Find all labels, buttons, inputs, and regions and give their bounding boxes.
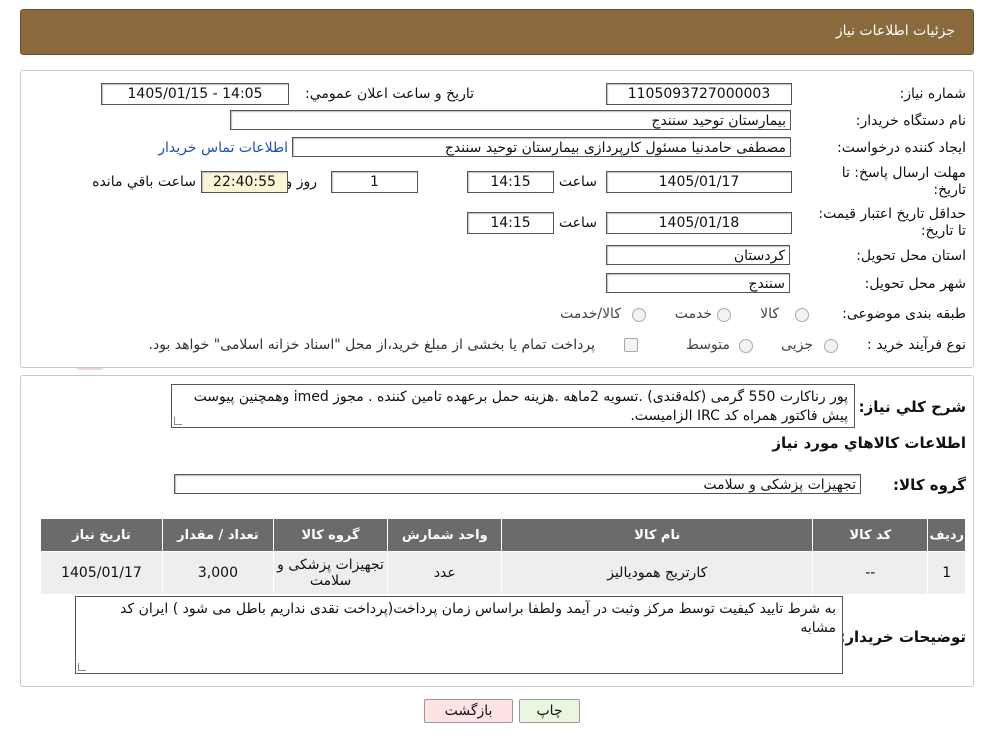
days-field: 1 — [331, 171, 418, 193]
validity-time-field: 14:15 — [467, 212, 554, 234]
page-header: جزئیات اطلاعات نیاز — [20, 9, 974, 55]
validity-time-label: ساعت — [558, 215, 597, 231]
cell-date: 1405/01/17 — [40, 551, 163, 595]
validity-date-field: 1405/01/18 — [606, 212, 792, 234]
cell-group: تجهیزات پزشکی و سلامت — [272, 551, 389, 595]
process-medium-label: متوسط — [686, 337, 730, 353]
deadline-time-label: ساعت — [558, 174, 597, 190]
cell-name: کارتریج همودیالیز — [501, 551, 814, 595]
resize-handle-icon[interactable] — [78, 663, 86, 671]
price-validity-label: حداقل تاریخ اعتبار قیمت: تا تاریخ: — [818, 206, 966, 239]
print-button[interactable]: چاپ — [519, 699, 580, 723]
category-service-radio[interactable] — [717, 308, 731, 322]
process-type-label: نوع فرآیند خرید : — [867, 337, 966, 353]
buyer-notes-label: توضیحات خریدار: — [839, 628, 966, 646]
goods-group-label: گروه کالا: — [893, 476, 966, 494]
category-both-label: کالا/خدمت — [560, 306, 621, 322]
col-group: گروه کالا — [272, 518, 389, 552]
table-row: 1 -- کارتریج همودیالیز عدد تجهیزات پزشکی… — [40, 551, 966, 595]
col-row: ردیف — [927, 518, 966, 552]
cell-row: 1 — [927, 551, 966, 595]
description-label: شرح کلي نیاز: — [858, 398, 966, 416]
city-label: شهر محل تحویل: — [864, 276, 966, 292]
deadline-label: مهلت ارسال پاسخ: تا تاریخ: — [841, 165, 966, 198]
buyer-org-field: بیمارستان توحید سنندج — [230, 110, 791, 130]
back-button[interactable]: بازگشت — [424, 699, 513, 723]
page-title: جزئیات اطلاعات نیاز — [835, 23, 955, 39]
goods-table: ردیف کد کالا نام کالا واحد شمارش گروه کا… — [40, 518, 966, 595]
deadline-date-field: 1405/01/17 — [606, 171, 792, 193]
cell-unit: عدد — [387, 551, 503, 595]
announce-label: تاریخ و ساعت اعلان عمومي: — [305, 86, 474, 102]
col-qty: تعداد / مقدار — [161, 518, 274, 552]
category-goods-label: کالا — [760, 306, 779, 322]
buyer-contact-link[interactable]: اطلاعات تماس خریدار — [158, 140, 288, 156]
treasury-payment-checkbox[interactable] — [624, 338, 638, 352]
category-label: طبقه بندی موضوعی: — [842, 306, 966, 322]
city-field: سنندج — [606, 273, 790, 293]
category-goods-radio[interactable] — [795, 308, 809, 322]
remaining-time-field: 22:40:55 — [201, 171, 288, 193]
col-code: کد کالا — [812, 518, 929, 552]
process-small-label: جزیی — [781, 337, 813, 353]
province-label: استان محل تحویل: — [856, 248, 966, 264]
goods-section-title: اطلاعات کالاهاي مورد نیاز — [772, 434, 966, 452]
creator-label: ایجاد کننده درخواست: — [837, 140, 966, 156]
resize-handle-icon[interactable] — [174, 417, 182, 425]
cell-code: -- — [812, 551, 929, 595]
description-text: پور رناکارت 550 گرمی (کله‌قندی) .تسویه 2… — [193, 389, 848, 424]
process-medium-radio[interactable] — [739, 339, 753, 353]
treasury-payment-note: پرداخت تمام یا بخشی از مبلغ خرید،از محل … — [148, 337, 595, 353]
goods-group-field: تجهیزات پزشکی و سلامت — [174, 474, 861, 494]
province-field: کردستان — [606, 245, 790, 265]
remaining-label: ساعت باقي مانده — [92, 174, 196, 190]
need-number-field: 1105093727000003 — [606, 83, 792, 105]
col-name: نام کالا — [501, 518, 814, 552]
col-date: تاریخ نیاز — [40, 518, 163, 552]
deadline-time-field: 14:15 — [467, 171, 554, 193]
days-label: روز و — [285, 174, 318, 190]
announce-datetime-field: 1405/01/15 - 14:05 — [101, 83, 289, 105]
cell-qty: 3,000 — [161, 551, 274, 595]
need-number-label: شماره نیاز: — [899, 86, 967, 102]
goods-table-header: ردیف کد کالا نام کالا واحد شمارش گروه کا… — [40, 518, 966, 552]
buyer-org-label: نام دستگاه خریدار: — [855, 113, 966, 129]
description-textarea[interactable]: پور رناکارت 550 گرمی (کله‌قندی) .تسویه 2… — [171, 384, 855, 428]
creator-field: مصطفی حامدنیا مسئول کارپردازی بیمارستان … — [292, 137, 791, 157]
col-unit: واحد شمارش — [387, 518, 503, 552]
category-service-label: خدمت — [674, 306, 712, 322]
category-both-radio[interactable] — [632, 308, 646, 322]
buyer-notes-textarea[interactable]: به شرط تایید کیفیت توسط مرکز وثبت در آیم… — [75, 596, 843, 674]
process-small-radio[interactable] — [824, 339, 838, 353]
buyer-notes-text: به شرط تایید کیفیت توسط مرکز وثبت در آیم… — [120, 601, 836, 636]
